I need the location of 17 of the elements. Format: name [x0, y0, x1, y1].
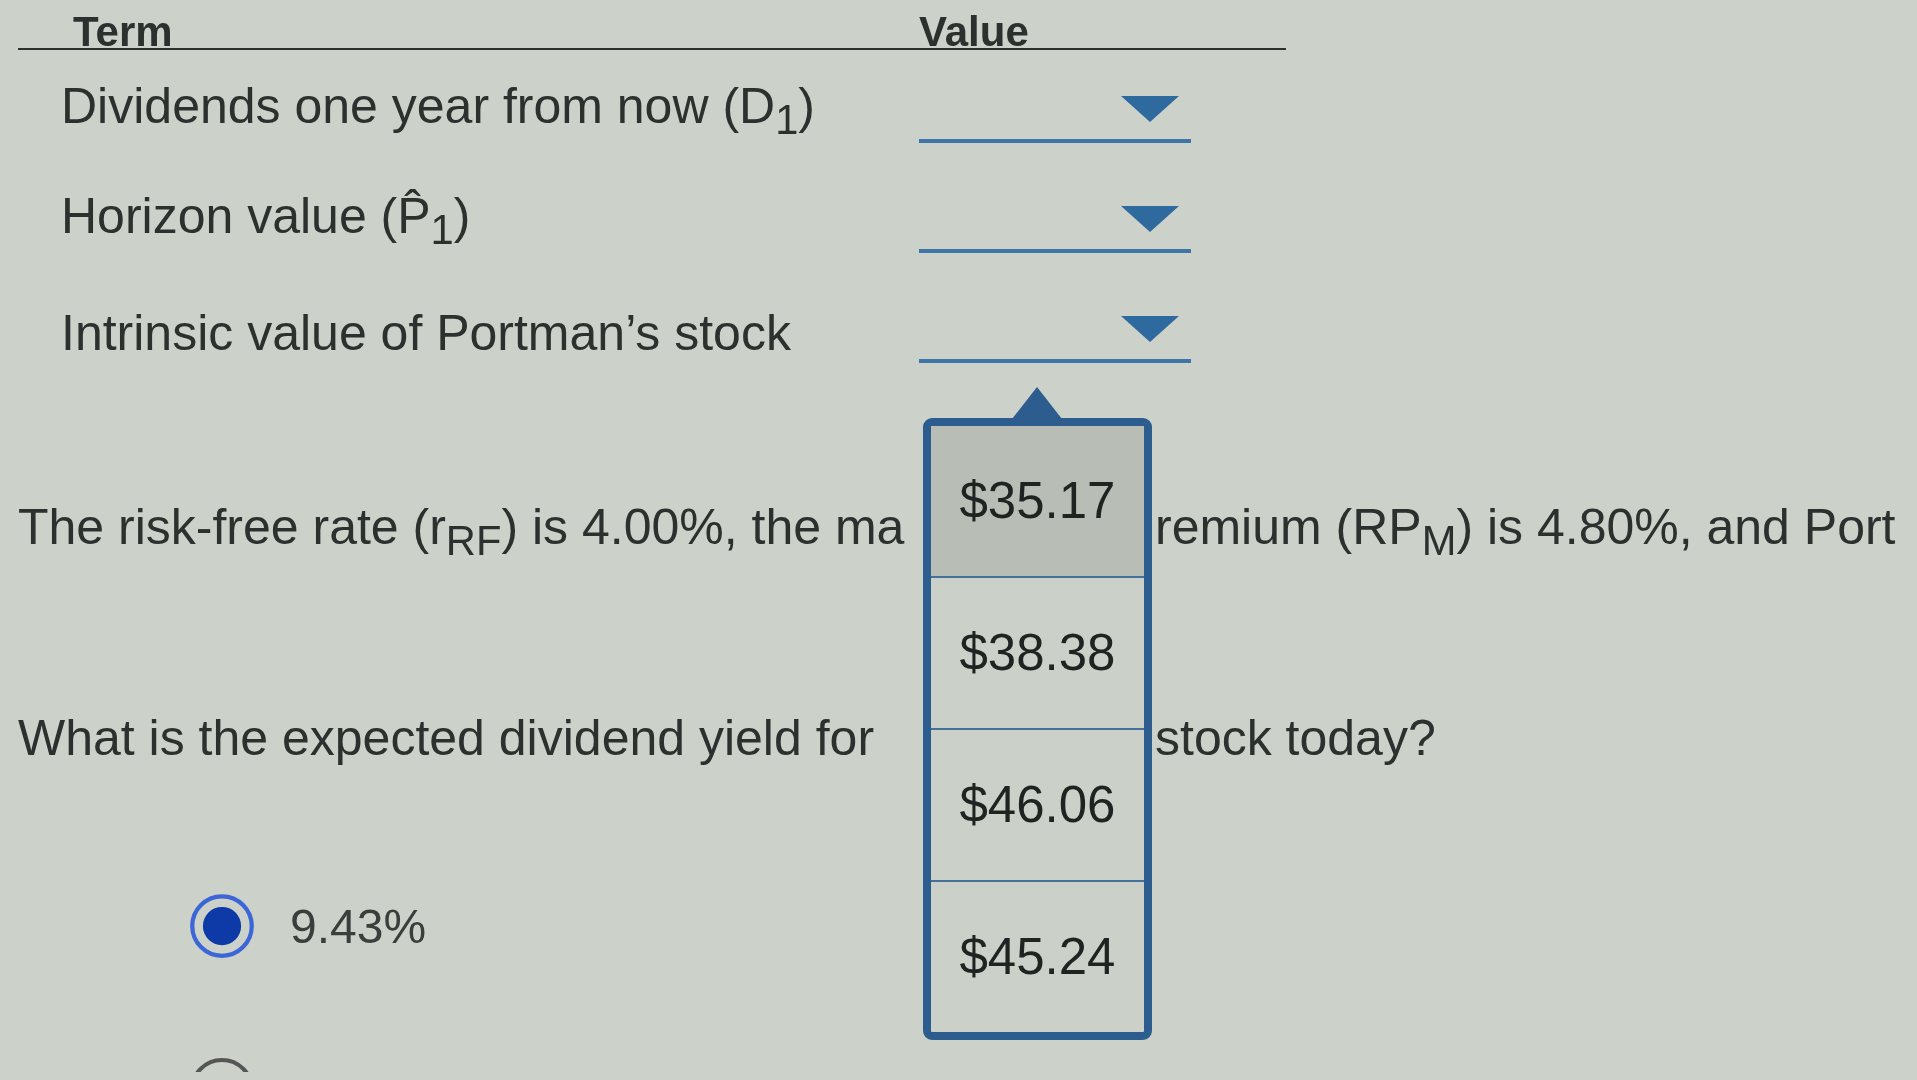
question-text: What is the expected dividend yield for: [18, 710, 875, 766]
question-text: stock today?: [1155, 709, 1436, 768]
caret-down-icon: [1121, 315, 1179, 342]
radio-option[interactable]: 9.43%: [188, 892, 427, 960]
menu-option[interactable]: $46.06: [931, 727, 1144, 880]
column-header: Term: [73, 8, 173, 55]
caret-down-icon: [1121, 95, 1179, 122]
menu-option[interactable]: $35.17: [931, 425, 1144, 576]
paragraph-text: The risk-free rate (r$_{RF}$) is 4.00%, the ma: [18, 499, 905, 555]
term-label: Dividends one year from now (D$_{1}$): [61, 78, 815, 134]
caret-down-icon: [1121, 205, 1179, 232]
column-header: Value: [919, 8, 1029, 55]
menu-option[interactable]: $45.24: [931, 879, 1144, 1032]
paragraph-text: remium (RP$_{M}$) is 4.80%, and Port: [1155, 498, 1896, 566]
menu-option[interactable]: $38.38: [931, 575, 1144, 728]
term-label: Horizon value (P̂$_{1}$): [61, 188, 471, 244]
term-label: Intrinsic value of Portman’s stock: [61, 305, 791, 361]
